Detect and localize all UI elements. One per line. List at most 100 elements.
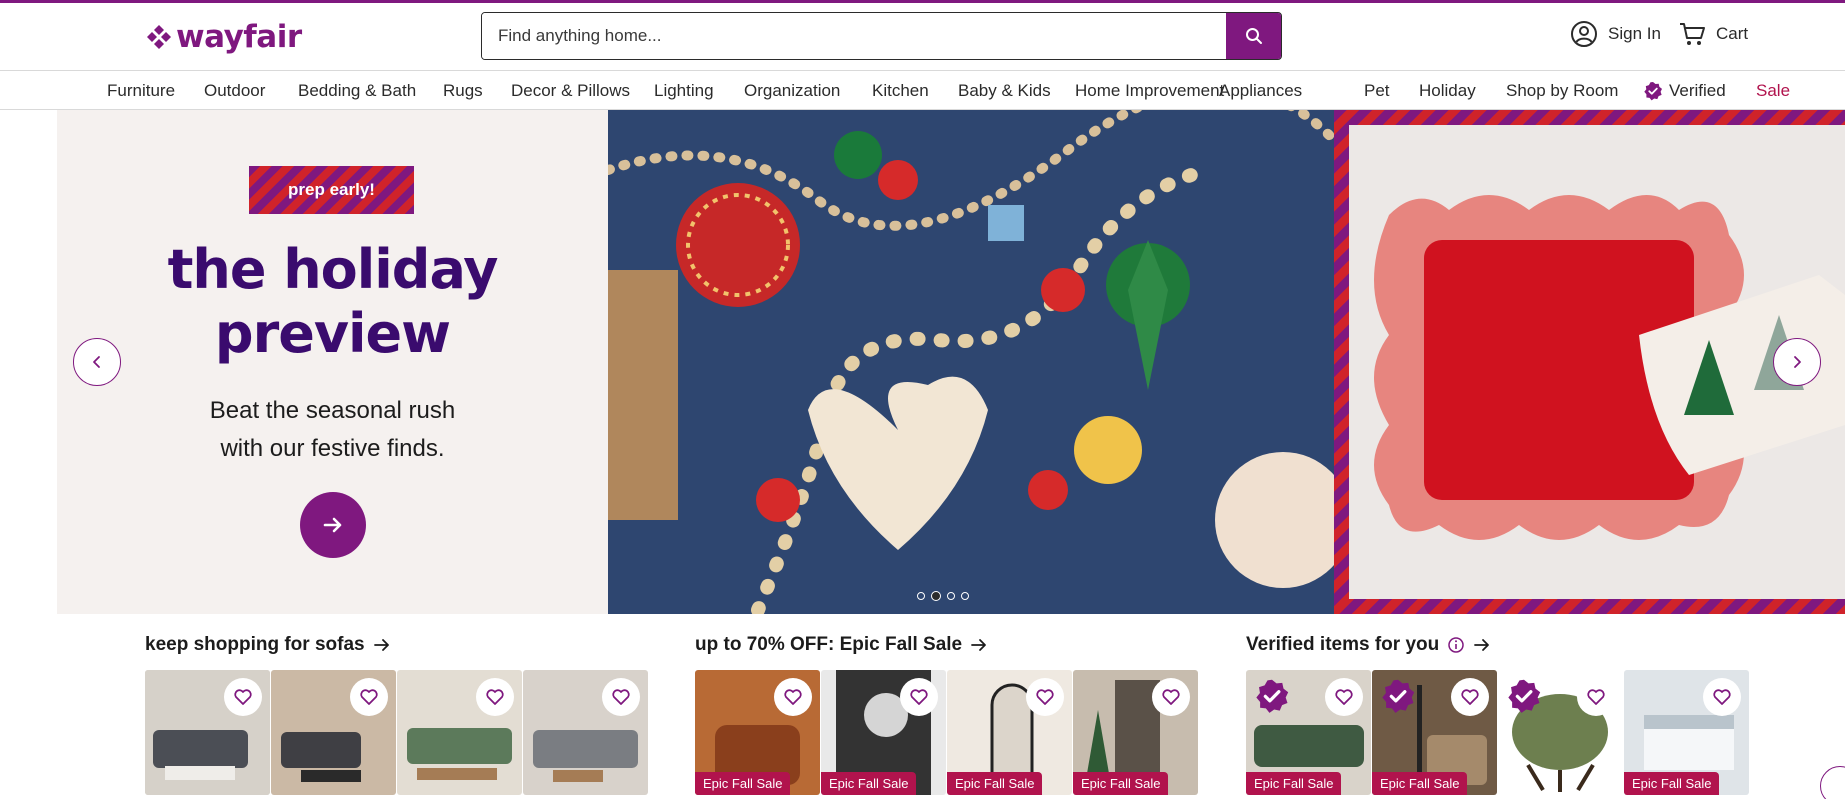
hero-subtitle-line-1: Beat the seasonal rush — [209, 397, 456, 424]
nav-item-baby-kids[interactable]: Baby & Kids — [958, 81, 1051, 101]
favorite-button[interactable] — [1026, 678, 1064, 716]
row-title-link[interactable]: keep shopping for sofas — [145, 632, 391, 658]
favorite-button[interactable] — [1325, 678, 1363, 716]
nav-item-outdoor[interactable]: Outdoor — [204, 81, 265, 101]
heart-icon — [1036, 689, 1054, 705]
arrow-right-icon — [323, 517, 342, 533]
nav-item-bedding-bath[interactable]: Bedding & Bath — [298, 81, 416, 101]
row-title-link[interactable]: up to 70% OFF: Epic Fall Sale — [695, 632, 988, 658]
arrow-right-icon — [971, 639, 987, 651]
heart-icon — [360, 689, 378, 705]
nav-item-rugs[interactable]: Rugs — [443, 81, 483, 101]
search-bar — [481, 12, 1282, 60]
product-tile[interactable]: Epic Fall Sale — [695, 670, 820, 795]
nav-item-sale[interactable]: Sale — [1756, 81, 1790, 101]
info-icon[interactable] — [1447, 636, 1465, 654]
chevron-right-icon — [1794, 356, 1801, 368]
nav-item-shop-by-room[interactable]: Shop by Room — [1506, 81, 1618, 101]
row-title-link[interactable]: Verified items for you — [1246, 632, 1491, 658]
heart-icon — [234, 689, 252, 705]
hero-title-line-1: the holiday — [167, 238, 499, 301]
favorite-button[interactable] — [1152, 678, 1190, 716]
favorite-button[interactable] — [774, 678, 812, 716]
hero-ornaments-image[interactable] — [608, 110, 1334, 614]
row-title-label: up to 70% OFF: Epic Fall Sale — [695, 634, 963, 655]
arrow-right-icon — [373, 639, 389, 651]
favorite-button[interactable] — [1451, 678, 1489, 716]
carousel-prev-button[interactable] — [73, 338, 121, 386]
site-header: wayfair Sign In Cart — [0, 3, 1845, 70]
row-keep-shopping-sofas: keep shopping for sofas — [145, 632, 648, 795]
nav-item-lighting[interactable]: Lighting — [654, 81, 714, 101]
sale-badge: Epic Fall Sale — [1372, 772, 1468, 795]
product-tile[interactable] — [1498, 670, 1623, 795]
account-icon — [1571, 21, 1597, 47]
nav-item-pet[interactable]: Pet — [1364, 81, 1390, 101]
favorite-button[interactable] — [476, 678, 514, 716]
row-epic-fall-sale: up to 70% OFF: Epic Fall Sale Epic Fall … — [695, 632, 1198, 795]
hero-pillows-image[interactable] — [1334, 110, 1845, 614]
nav-item-furniture[interactable]: Furniture — [107, 81, 175, 101]
carousel-dots — [917, 591, 969, 601]
hero-cta-button[interactable] — [300, 492, 366, 558]
favorite-button[interactable] — [1577, 678, 1615, 716]
product-tile[interactable]: Epic Fall Sale — [1246, 670, 1371, 795]
product-tile[interactable] — [145, 670, 270, 795]
product-tile[interactable] — [523, 670, 648, 795]
favorite-button[interactable] — [602, 678, 640, 716]
carousel-next-button[interactable] — [1773, 338, 1821, 386]
heart-icon — [1461, 689, 1479, 705]
cart-link[interactable]: Cart — [1678, 20, 1748, 48]
verified-badge-icon — [1644, 82, 1662, 101]
favorite-button[interactable] — [224, 678, 262, 716]
nav-item-organization[interactable]: Organization — [744, 81, 840, 101]
heart-icon — [1587, 689, 1605, 705]
heart-icon — [1713, 689, 1731, 705]
carousel-dot-1[interactable] — [917, 592, 925, 600]
nav-item-holiday[interactable]: Holiday — [1419, 81, 1476, 101]
chat-button[interactable] — [1820, 766, 1845, 799]
category-nav: Furniture Outdoor Bedding & Bath Rugs De… — [0, 70, 1845, 110]
product-tile[interactable] — [271, 670, 396, 795]
logo-wordmark: wayfair — [176, 19, 302, 55]
heart-icon — [612, 689, 630, 705]
product-tile[interactable] — [397, 670, 522, 795]
sign-in-label: Sign In — [1608, 24, 1661, 43]
nav-item-appliances[interactable]: Appliances — [1219, 81, 1302, 101]
verified-badge-icon — [1382, 679, 1415, 713]
wayfair-logo[interactable]: wayfair — [146, 17, 302, 57]
nav-item-verified[interactable]: Verified — [1643, 81, 1726, 101]
cart-label: Cart — [1716, 24, 1749, 43]
search-button[interactable] — [1226, 13, 1281, 59]
carousel-dot-4[interactable] — [961, 592, 969, 600]
heart-icon — [910, 689, 928, 705]
sale-badge: Epic Fall Sale — [1246, 772, 1342, 795]
arrow-right-icon — [1474, 639, 1490, 651]
favorite-button[interactable] — [900, 678, 938, 716]
product-tile[interactable]: Epic Fall Sale — [1372, 670, 1497, 795]
nav-item-kitchen[interactable]: Kitchen — [872, 81, 929, 101]
wayfair-logo-mark-icon — [147, 25, 171, 49]
heart-icon — [486, 689, 504, 705]
heart-icon — [784, 689, 802, 705]
product-tile[interactable]: Epic Fall Sale — [947, 670, 1072, 795]
cart-icon — [1680, 23, 1705, 45]
nav-item-decor-pillows[interactable]: Decor & Pillows — [511, 81, 630, 101]
sale-badge: Epic Fall Sale — [947, 772, 1043, 795]
carousel-dot-2[interactable] — [931, 591, 941, 601]
nav-item-home-improvement[interactable]: Home Improvement — [1075, 81, 1224, 101]
carousel-dot-3[interactable] — [947, 592, 955, 600]
product-tiles: Epic Fall Sale Epic Fall Sale Epic Fall … — [1246, 670, 1749, 795]
search-input[interactable] — [482, 13, 1226, 59]
favorite-button[interactable] — [350, 678, 388, 716]
product-tile[interactable]: Epic Fall Sale — [1624, 670, 1749, 795]
pillows-illustration — [1349, 125, 1845, 599]
search-icon — [1245, 28, 1262, 44]
pillows-photo — [1349, 125, 1845, 599]
nav-verified-label: Verified — [1669, 81, 1726, 100]
sign-in-link[interactable]: Sign In — [1570, 20, 1661, 48]
product-tile[interactable]: Epic Fall Sale — [1073, 670, 1198, 795]
product-tile[interactable]: Epic Fall Sale — [821, 670, 946, 795]
favorite-button[interactable] — [1703, 678, 1741, 716]
row-title-label: Verified items for you — [1246, 634, 1440, 655]
